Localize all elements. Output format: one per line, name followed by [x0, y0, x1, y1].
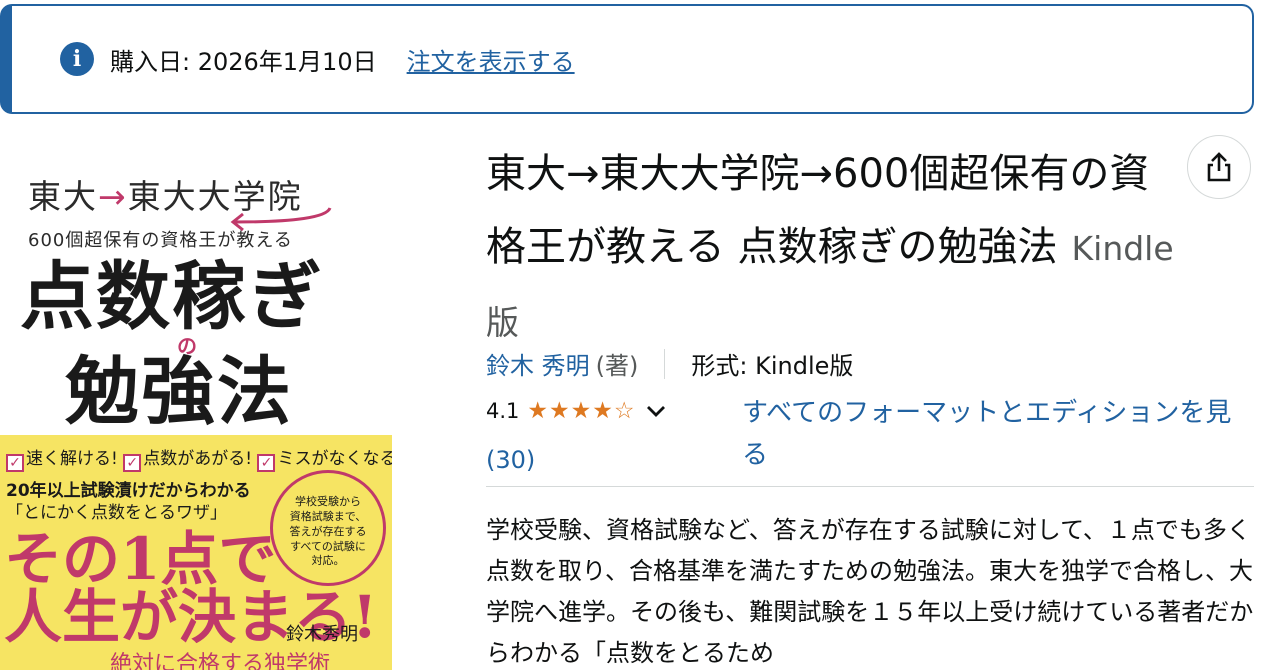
star-rating[interactable]: ★★★★☆	[527, 398, 635, 424]
cover-checks: ✓ 速く解ける! ✓ 点数があがる! ✓ ミスがなくなる!	[6, 444, 392, 472]
cover-title-line1: 点数稼ぎ	[20, 254, 324, 340]
format-text: 形式: Kindle版	[691, 352, 854, 380]
cover-circle-badge: 学校受験から 資格試験まで、 答えが存在する すべての試験に 対応。	[270, 470, 386, 586]
view-order-link[interactable]: 注文を表示する	[407, 42, 575, 77]
byline-separator	[664, 348, 666, 379]
cover-author: 鈴木秀明	[286, 624, 358, 645]
share-button[interactable]	[1187, 135, 1251, 199]
cover-title-line2: 勉強法	[65, 349, 293, 435]
rating-value: 4.1	[486, 399, 520, 423]
rating-row[interactable]: 4.1 ★★★★☆	[486, 398, 668, 424]
share-icon	[1207, 152, 1231, 182]
book-cover-image[interactable]: 東大→東大大学院 600個超保有の資格王が教える 点数稼ぎ の 勉強法 ✓ 速く解…	[0, 140, 392, 670]
cover-line2: 「とにかく点数をとるワザ」	[6, 503, 227, 523]
product-title: 東大→東大大学院→600個超保有の資格王が教える 点数稼ぎの勉強法 Kindle版	[486, 138, 1186, 359]
product-title-text: 東大→東大大学院→600個超保有の資格王が教える 点数稼ぎの勉強法	[486, 151, 1150, 270]
cover-bottom-line: 絶対に合格する独学術	[110, 652, 331, 670]
divider	[486, 486, 1254, 487]
info-icon: i	[60, 42, 94, 76]
chevron-down-icon[interactable]	[644, 403, 668, 419]
cover-subtitle: 600個超保有の資格王が教える	[28, 230, 293, 251]
product-description: 学校受験、資格試験など、答えが存在する試験に対して、１点でも多く点数を取り、合格…	[486, 516, 1254, 667]
author-link[interactable]: 鈴木 秀明	[486, 346, 590, 381]
purchase-banner: i 購入日: 2026年1月10日 注文を表示する	[0, 4, 1254, 114]
byline: 鈴木 秀明 (著) 形式: Kindle版	[486, 346, 853, 381]
author-role: (著)	[595, 352, 639, 380]
review-count-link[interactable]: (30)	[486, 446, 535, 474]
all-formats-link[interactable]: すべてのフォーマットとエディションを見る	[742, 392, 1257, 476]
purchase-date: 購入日: 2026年1月10日	[110, 47, 377, 76]
cover-big-line1: その1点で	[4, 525, 277, 593]
